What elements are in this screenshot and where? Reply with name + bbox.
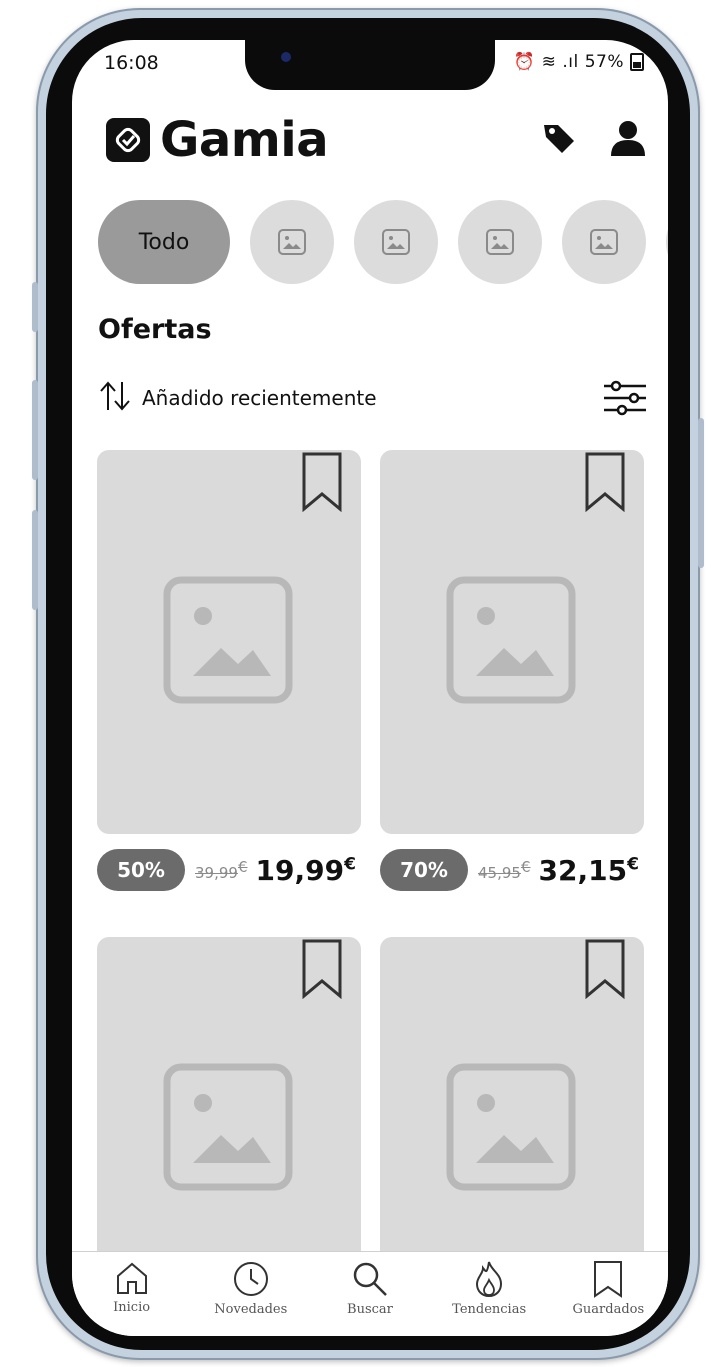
camera: [281, 52, 291, 62]
side-button: [32, 282, 38, 332]
profile-icon[interactable]: [608, 118, 648, 162]
tab-inicio[interactable]: Inicio: [77, 1252, 187, 1336]
product-card[interactable]: [380, 450, 644, 834]
logo-icon: [106, 118, 150, 162]
tab-guardados[interactable]: Guardados: [553, 1252, 663, 1336]
price-row: 50% 39,99€ 19,99€: [97, 848, 356, 892]
battery-icon: [630, 53, 644, 71]
tab-buscar[interactable]: Buscar: [315, 1252, 425, 1336]
image-placeholder-icon: [446, 576, 576, 708]
app-name: Gamia: [160, 112, 329, 168]
image-placeholder-icon: [278, 229, 306, 255]
category-chip[interactable]: [354, 200, 438, 284]
tab-label: Tendencias: [452, 1302, 527, 1317]
home-icon: [116, 1262, 147, 1294]
category-chip[interactable]: [562, 200, 646, 284]
product-card[interactable]: [97, 450, 361, 834]
category-chip[interactable]: [666, 200, 668, 284]
sort-row: Añadido recientemente: [98, 380, 646, 416]
tab-label: Inicio: [113, 1300, 151, 1315]
app-logo[interactable]: Gamia: [106, 112, 329, 168]
bottom-tab-bar: Inicio Novedades Buscar Tendencias Guard…: [72, 1251, 668, 1336]
new-price: 19,99€: [255, 853, 356, 887]
category-chip[interactable]: [250, 200, 334, 284]
side-button: [698, 418, 704, 568]
side-button: [32, 380, 38, 480]
tab-label: Guardados: [572, 1302, 645, 1317]
price-row: 70% 45,95€ 32,15€: [380, 848, 639, 892]
sort-label[interactable]: Añadido recientemente: [142, 386, 377, 410]
chip-todo[interactable]: Todo: [98, 200, 230, 284]
old-price: 39,99€: [195, 858, 248, 882]
clock-icon: [233, 1262, 268, 1296]
section-title: Ofertas: [98, 314, 212, 345]
image-placeholder-icon: [163, 1063, 293, 1195]
image-placeholder-icon: [382, 229, 410, 255]
old-price: 45,95€: [478, 858, 531, 882]
new-price: 32,15€: [538, 853, 639, 887]
tab-label: Buscar: [347, 1302, 393, 1317]
image-placeholder-icon: [446, 1063, 576, 1195]
tab-label: Novedades: [214, 1302, 288, 1317]
bookmark-icon[interactable]: [584, 452, 626, 516]
category-chip[interactable]: [458, 200, 542, 284]
signal-icon: .ıl: [562, 52, 579, 72]
image-placeholder-icon: [163, 576, 293, 708]
flame-icon: [476, 1261, 503, 1298]
tag-icon[interactable]: [540, 119, 578, 161]
search-icon: [353, 1262, 387, 1296]
tab-tendencias[interactable]: Tendencias: [434, 1252, 544, 1336]
category-chips: Todo: [98, 200, 668, 284]
app-header: Gamia: [106, 112, 648, 172]
tab-novedades[interactable]: Novedades: [196, 1252, 306, 1336]
wifi-icon: ≋: [541, 52, 557, 72]
bookmark-icon[interactable]: [301, 939, 343, 1003]
status-icons: ⏰ ≋ .ıl 57%: [514, 52, 644, 72]
notch: [245, 40, 495, 90]
filter-icon[interactable]: [604, 380, 646, 420]
side-button: [32, 510, 38, 610]
discount-badge: 50%: [97, 849, 185, 891]
alarm-icon: ⏰: [513, 52, 536, 72]
discount-badge: 70%: [380, 849, 468, 891]
image-placeholder-icon: [590, 229, 618, 255]
status-time: 16:08: [104, 52, 159, 74]
bookmark-icon[interactable]: [584, 939, 626, 1003]
bookmark-icon: [594, 1261, 623, 1298]
app-screen: 16:08 ⏰ ≋ .ıl 57% Gamia Todo Ofertas Aña…: [72, 40, 668, 1336]
image-placeholder-icon: [486, 229, 514, 255]
battery-percent: 57%: [584, 52, 624, 72]
bookmark-icon[interactable]: [301, 452, 343, 516]
sort-icon[interactable]: [98, 380, 132, 416]
